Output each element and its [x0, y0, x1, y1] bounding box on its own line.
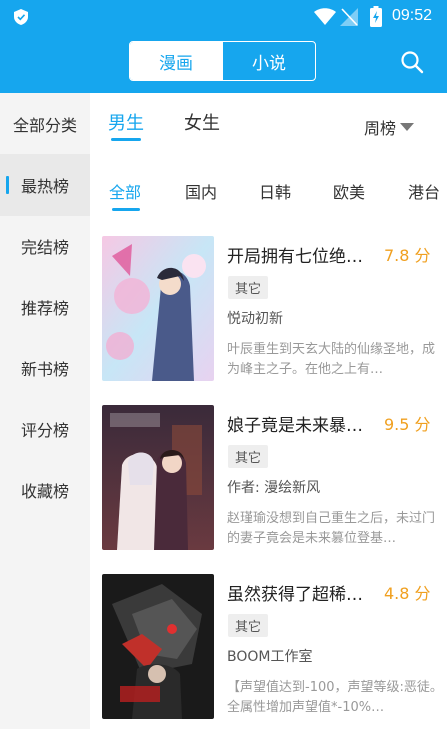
book-list-item[interactable]: 虽然获得了超稀… 4.8 分 其它 BOOM工作室 【声望值达到-100，声望等… — [90, 574, 447, 724]
content-type-switch: 漫画 小说 — [129, 41, 316, 81]
book-list-item[interactable]: 开局拥有七位绝… 7.8 分 其它 悦动初新 叶辰重生到天玄大陆的仙缘圣地，成为… — [90, 236, 447, 386]
book-author: BOOM工作室 — [227, 649, 313, 665]
segment-novels[interactable]: 小说 — [222, 42, 315, 80]
gender-tab-indicator — [111, 138, 141, 141]
sidebar-item-hottest[interactable]: 最热榜 — [0, 154, 90, 216]
tab-female[interactable]: 女生 — [184, 109, 220, 135]
shield-icon — [14, 9, 28, 25]
book-list-item[interactable]: 娘子竟是未来暴… 9.5 分 其它 作者: 漫绘新风 赵瑾瑜没想到自己重生之后，… — [90, 405, 447, 555]
region-tab-hk-tw[interactable]: 港台 — [408, 179, 440, 203]
tab-male[interactable]: 男生 — [108, 109, 144, 135]
no-signal-icon — [340, 8, 358, 26]
book-score: 7.8 分 — [384, 246, 431, 265]
status-time: 09:52 — [392, 7, 433, 24]
book-author: 作者: 漫绘新风 — [227, 480, 321, 496]
wifi-icon — [314, 8, 336, 25]
sidebar-item-all-categories[interactable]: 全部分类 — [0, 93, 90, 155]
book-score: 9.5 分 — [384, 415, 431, 434]
battery-charging-icon — [370, 6, 382, 27]
book-description: 叶辰重生到天玄大陆的仙缘圣地，成为峰主之子。在他之上有… — [227, 342, 436, 377]
top-bar: 09:52 漫画 小说 — [0, 0, 447, 93]
book-tag: 其它 — [228, 614, 269, 637]
book-tag: 其它 — [228, 445, 269, 468]
book-cover-image — [102, 405, 214, 550]
sidebar-item-favorites[interactable]: 收藏榜 — [0, 459, 90, 521]
sidebar-item-recommended[interactable]: 推荐榜 — [0, 276, 90, 338]
region-tab-japan-korea[interactable]: 日韩 — [259, 179, 291, 203]
book-score: 4.8 分 — [384, 584, 431, 603]
book-title: 娘子竟是未来暴… — [227, 416, 363, 436]
region-tab-all[interactable]: 全部 — [109, 179, 141, 203]
rank-period-dropdown[interactable]: 周榜 — [364, 115, 415, 139]
book-cover-image — [102, 236, 214, 381]
region-tab-indicator — [112, 208, 140, 211]
book-description: 赵瑾瑜没想到自己重生之后，未过门的妻子竟会是未来篡位登基… — [227, 511, 436, 546]
ranking-list-panel: 男生 女生 周榜 全部 国内 日韩 欧美 港台 开局拥有七位绝… 7.8 分 其… — [90, 93, 447, 729]
book-tag: 其它 — [228, 276, 269, 299]
segment-comics[interactable]: 漫画 — [130, 42, 222, 80]
book-author: 悦动初新 — [227, 311, 283, 327]
book-cover-image — [102, 574, 214, 719]
book-title: 虽然获得了超稀… — [227, 585, 363, 605]
region-tab-domestic[interactable]: 国内 — [185, 179, 217, 203]
sidebar-item-rating[interactable]: 评分榜 — [0, 398, 90, 460]
sidebar-item-completed[interactable]: 完结榜 — [0, 215, 90, 277]
rank-period-label: 周榜 — [364, 119, 397, 138]
book-description: 【声望值达到-100，声望等级:恶徒。全属性增加声望值*-10%… — [227, 680, 443, 715]
book-title: 开局拥有七位绝… — [227, 247, 363, 267]
sidebar-item-new[interactable]: 新书榜 — [0, 337, 90, 399]
search-icon[interactable] — [400, 50, 424, 74]
status-bar: 09:52 — [0, 0, 447, 34]
category-sidebar: 全部分类 最热榜 完结榜 推荐榜 新书榜 评分榜 收藏榜 — [0, 93, 90, 729]
chevron-down-icon — [400, 123, 415, 131]
region-tab-western[interactable]: 欧美 — [333, 179, 365, 203]
